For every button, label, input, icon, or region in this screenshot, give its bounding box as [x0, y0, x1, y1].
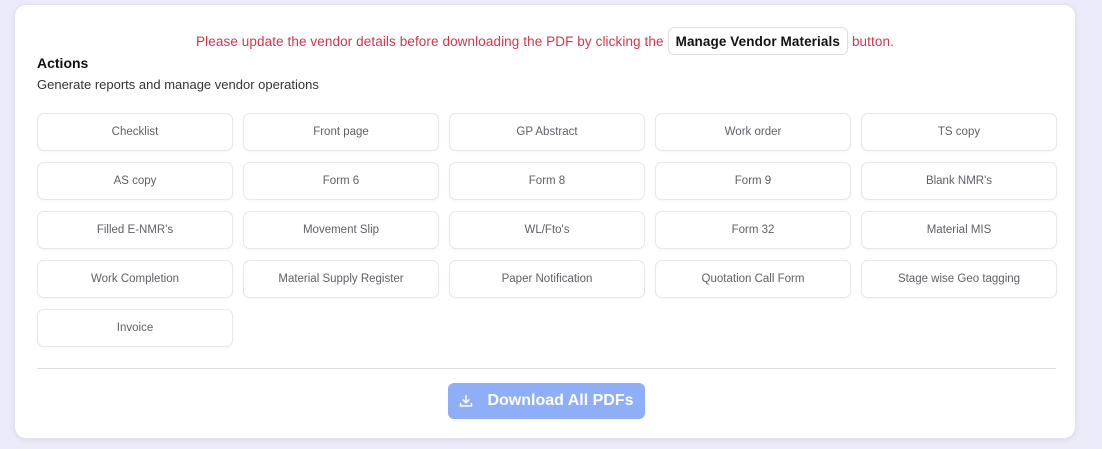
notice-suffix: button. — [851, 33, 894, 49]
action-form-8-button[interactable]: Form 8 — [449, 162, 645, 200]
action-stage-wise-geo-tagging-button[interactable]: Stage wise Geo tagging — [861, 260, 1057, 298]
action-form-32-button[interactable]: Form 32 — [655, 211, 851, 249]
action-movement-slip-button[interactable]: Movement Slip — [243, 211, 439, 249]
action-form-6-button[interactable]: Form 6 — [243, 162, 439, 200]
vendor-notice: Please update the vendor details before … — [15, 27, 1075, 55]
action-filled-e-nmrs-button[interactable]: Filled E-NMR's — [37, 211, 233, 249]
action-front-page-button[interactable]: Front page — [243, 113, 439, 151]
action-wl-ftos-button[interactable]: WL/Fto's — [449, 211, 645, 249]
action-as-copy-button[interactable]: AS copy — [37, 162, 233, 200]
action-work-order-button[interactable]: Work order — [655, 113, 851, 151]
action-paper-notification-button[interactable]: Paper Notification — [449, 260, 645, 298]
section-subtitle: Generate reports and manage vendor opera… — [37, 77, 319, 92]
download-label: Download All PDFs — [487, 392, 634, 409]
download-all-pdfs-button[interactable]: Download All PDFs — [448, 383, 645, 419]
action-material-supply-register-button[interactable]: Material Supply Register — [243, 260, 439, 298]
action-quotation-call-form-button[interactable]: Quotation Call Form — [655, 260, 851, 298]
section-title: Actions — [37, 55, 89, 71]
actions-grid: Checklist Front page GP Abstract Work or… — [37, 113, 1057, 347]
action-form-9-button[interactable]: Form 9 — [655, 162, 851, 200]
actions-card: Please update the vendor details before … — [14, 4, 1076, 439]
section-divider — [37, 368, 1056, 369]
action-material-mis-button[interactable]: Material MIS — [861, 211, 1057, 249]
action-checklist-button[interactable]: Checklist — [37, 113, 233, 151]
action-work-completion-button[interactable]: Work Completion — [37, 260, 233, 298]
action-ts-copy-button[interactable]: TS copy — [861, 113, 1057, 151]
manage-vendor-materials-button[interactable]: Manage Vendor Materials — [667, 27, 848, 55]
action-gp-abstract-button[interactable]: GP Abstract — [449, 113, 645, 151]
notice-prefix: Please update the vendor details before … — [196, 33, 664, 49]
action-invoice-button[interactable]: Invoice — [37, 309, 233, 347]
download-icon — [459, 394, 473, 408]
action-blank-nmrs-button[interactable]: Blank NMR's — [861, 162, 1057, 200]
